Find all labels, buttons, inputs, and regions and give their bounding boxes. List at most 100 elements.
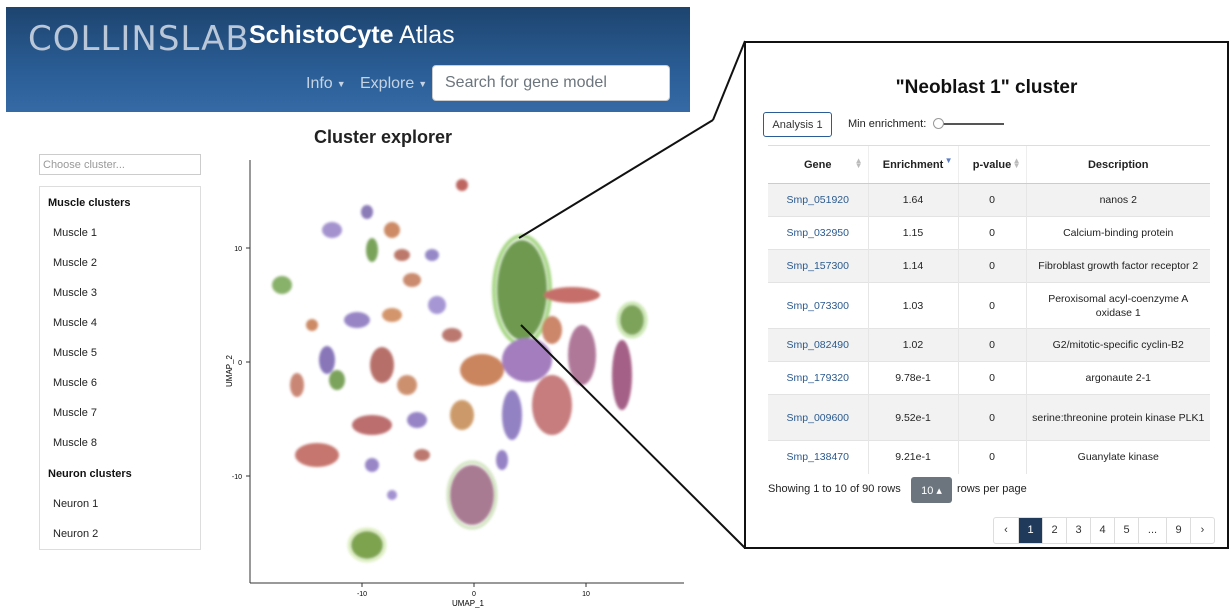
x-tick-label: 0 bbox=[472, 591, 476, 598]
cluster-item-muscle-1[interactable]: Muscle 1 bbox=[53, 227, 97, 239]
nav-info-menu[interactable]: Info ▼ bbox=[306, 75, 346, 93]
page-5-button[interactable]: 5 bbox=[1114, 518, 1138, 543]
table-row[interactable]: Smp_032950 1.15 0 Calcium-binding protei… bbox=[768, 216, 1210, 250]
table-row[interactable]: Smp_009600 9.52e-1 0 serine:threonine pr… bbox=[768, 394, 1210, 441]
description-cell: argonaute 2-1 bbox=[1025, 361, 1210, 395]
gene-id-link[interactable]: Smp_082490 bbox=[768, 328, 868, 362]
enrichment-cell: 9.21e-1 bbox=[867, 440, 958, 474]
enrichment-cell: 1.64 bbox=[867, 183, 958, 217]
description-cell: G2/mitotic-specific cyclin-B2 bbox=[1025, 328, 1210, 362]
choose-cluster-input[interactable] bbox=[39, 154, 201, 175]
gene-id-link[interactable]: Smp_073300 bbox=[768, 282, 868, 329]
pvalue-cell: 0 bbox=[957, 328, 1026, 362]
description-cell: serine:threonine protein kinase PLK1 bbox=[1025, 394, 1210, 441]
slider-handle[interactable] bbox=[933, 118, 944, 129]
pagination: ‹ 1 2 3 4 5 ... 9 › bbox=[993, 517, 1215, 544]
analysis-button[interactable]: Analysis 1 bbox=[763, 112, 832, 137]
cluster-item-muscle-5[interactable]: Muscle 5 bbox=[53, 347, 97, 359]
description-cell: Calcium-binding protein bbox=[1025, 216, 1210, 250]
cluster-item-muscle-8[interactable]: Muscle 8 bbox=[53, 437, 97, 449]
cluster-item-muscle-6[interactable]: Muscle 6 bbox=[53, 377, 97, 389]
app-title-rest: Atlas bbox=[393, 21, 455, 49]
cluster-item-neuron-1[interactable]: Neuron 1 bbox=[53, 498, 98, 510]
enrichment-cell: 1.03 bbox=[867, 282, 958, 329]
table-row[interactable]: Smp_179320 9.78e-1 0 argonaute 2-1 bbox=[768, 361, 1210, 395]
cluster-item-muscle-7[interactable]: Muscle 7 bbox=[53, 407, 97, 419]
gene-id-link[interactable]: Smp_138470 bbox=[768, 440, 868, 474]
pvalue-cell: 0 bbox=[957, 282, 1026, 329]
page-prev-button[interactable]: ‹ bbox=[994, 518, 1018, 543]
cluster-detail-title: "Neoblast 1" cluster bbox=[895, 77, 1078, 98]
cluster-item-neuron-2[interactable]: Neuron 2 bbox=[53, 528, 98, 540]
explorer-title: Cluster explorer bbox=[314, 127, 453, 147]
page-1-button[interactable]: 1 bbox=[1018, 518, 1042, 543]
group-heading-neuron: Neuron clusters bbox=[48, 468, 132, 480]
column-header-gene[interactable]: Gene ▲ ▼ bbox=[768, 145, 868, 184]
nav-explore-label: Explore bbox=[360, 75, 415, 92]
rows-per-page-dropdown[interactable]: 10 ▴ bbox=[911, 477, 952, 503]
x-tick-label: 10 bbox=[582, 591, 590, 598]
app-header: COLLINSLAB SchistoCyte Atlas Info ▼ Explo… bbox=[6, 7, 690, 112]
description-cell: Fibroblast growth factor receptor 2 bbox=[1025, 249, 1210, 283]
column-header-description[interactable]: Description bbox=[1025, 145, 1210, 184]
collinslab-logo[interactable]: COLLINSLAB bbox=[28, 19, 250, 59]
cell-clusters bbox=[272, 179, 648, 563]
table-row[interactable]: Smp_051920 1.64 0 nanos 2 bbox=[768, 183, 1210, 217]
cluster-detail-panel: "Neoblast 1" cluster Analysis 1 Min enri… bbox=[744, 41, 1229, 549]
y-axis-label: UMAP_2 bbox=[225, 354, 234, 387]
x-tick-label: -10 bbox=[357, 591, 367, 598]
page-3-button[interactable]: 3 bbox=[1066, 518, 1090, 543]
column-header-enrichment[interactable]: Enrichment ▼ bbox=[867, 145, 958, 184]
cluster-item-muscle-4[interactable]: Muscle 4 bbox=[53, 317, 97, 329]
cluster-item-muscle-2[interactable]: Muscle 2 bbox=[53, 257, 97, 269]
rows-per-page-value: 10 bbox=[921, 484, 934, 497]
caret-up-icon: ▴ bbox=[936, 484, 942, 497]
description-cell: Peroxisomal acyl-coenzyme A oxidase 1 bbox=[1025, 282, 1210, 329]
gene-id-link[interactable]: Smp_032950 bbox=[768, 216, 868, 250]
gene-id-link[interactable]: Smp_179320 bbox=[768, 361, 868, 395]
y-tick-label: 0 bbox=[238, 360, 242, 367]
gene-id-link[interactable]: Smp_051920 bbox=[768, 183, 868, 217]
umap-plot[interactable]: 10 0 -10 -10 0 10 UMAP_1 UMAP_2 bbox=[222, 155, 692, 608]
pvalue-cell: 0 bbox=[957, 440, 1026, 474]
y-tick-label: 10 bbox=[234, 246, 242, 253]
column-header-label: Gene bbox=[803, 158, 832, 171]
nav-explore-menu[interactable]: Explore ▼ bbox=[360, 75, 427, 93]
cluster-item-muscle-3[interactable]: Muscle 3 bbox=[53, 287, 97, 299]
page-next-button[interactable]: › bbox=[1190, 518, 1214, 543]
pvalue-cell: 0 bbox=[957, 216, 1026, 250]
page-4-button[interactable]: 4 bbox=[1090, 518, 1114, 543]
marker-genes-table: Gene ▲ ▼ Enrichment ▼ p-value ▲ ▼ Description… bbox=[768, 145, 1210, 474]
gene-id-link[interactable]: Smp_157300 bbox=[768, 249, 868, 283]
table-row[interactable]: Smp_138470 9.21e-1 0 Guanylate kinase bbox=[768, 440, 1210, 474]
sort-icon: ▲ ▼ bbox=[1012, 156, 1021, 170]
column-header-pvalue[interactable]: p-value ▲ ▼ bbox=[957, 145, 1026, 184]
table-row[interactable]: Smp_157300 1.14 0 Fibroblast growth fact… bbox=[768, 249, 1210, 283]
x-axis-label: UMAP_1 bbox=[452, 599, 485, 608]
group-heading-muscle: Muscle clusters bbox=[48, 197, 131, 209]
table-row[interactable]: Smp_073300 1.03 0 Peroxisomal acyl-coenz… bbox=[768, 282, 1210, 329]
enrichment-cell: 1.02 bbox=[867, 328, 958, 362]
sort-desc-icon: ▼ bbox=[944, 156, 953, 165]
enrichment-cell: 1.15 bbox=[867, 216, 958, 250]
table-row[interactable]: Smp_082490 1.02 0 G2/mitotic-specific cy… bbox=[768, 328, 1210, 362]
description-cell: nanos 2 bbox=[1025, 183, 1210, 217]
min-enrichment-slider[interactable] bbox=[938, 123, 1004, 125]
caret-down-icon: ▼ bbox=[418, 78, 428, 89]
column-header-label: Description bbox=[1087, 158, 1149, 171]
gene-id-link[interactable]: Smp_009600 bbox=[768, 394, 868, 441]
gene-search-input[interactable] bbox=[432, 65, 670, 101]
app-title[interactable]: SchistoCyte Atlas bbox=[249, 21, 455, 50]
pvalue-cell: 0 bbox=[957, 361, 1026, 395]
column-header-label: Enrichment bbox=[882, 158, 944, 171]
pvalue-cell: 0 bbox=[957, 249, 1026, 283]
pvalue-cell: 0 bbox=[957, 394, 1026, 441]
page-2-button[interactable]: 2 bbox=[1042, 518, 1066, 543]
enrichment-cell: 1.14 bbox=[867, 249, 958, 283]
nav-info-label: Info bbox=[306, 75, 333, 92]
column-header-label: p-value bbox=[972, 158, 1012, 171]
y-tick-label: -10 bbox=[232, 474, 242, 481]
min-enrichment-label: Min enrichment: bbox=[848, 118, 927, 130]
page-9-button[interactable]: 9 bbox=[1166, 518, 1190, 543]
app-title-bold: SchistoCyte bbox=[249, 21, 394, 49]
